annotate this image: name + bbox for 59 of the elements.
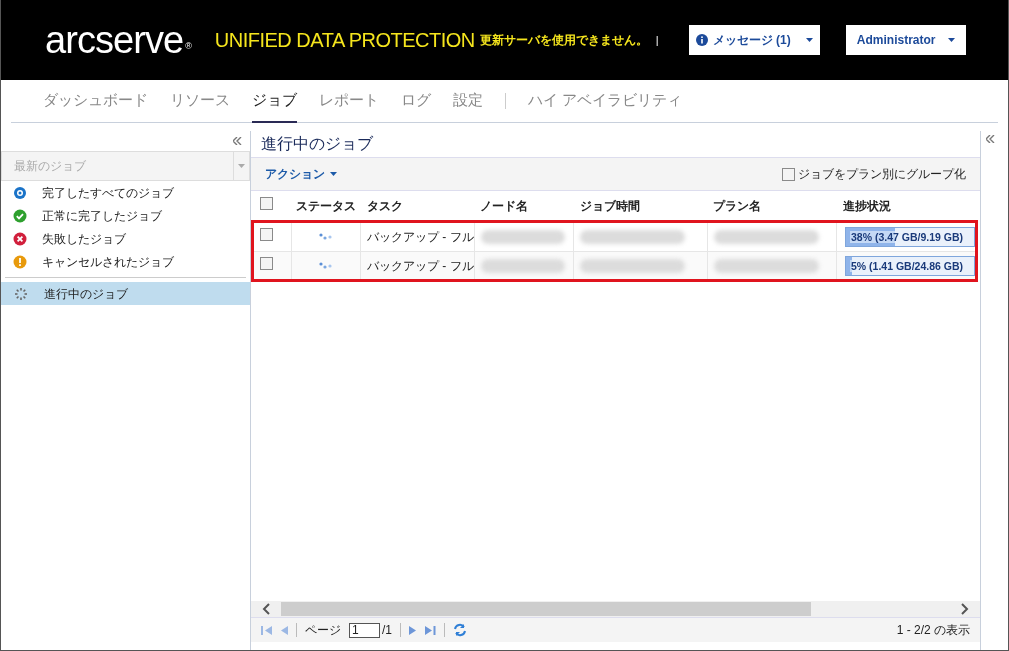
update-notice: 更新サーバを使用できません。 xyxy=(479,32,648,49)
column-header: 進捗状況 xyxy=(842,197,891,215)
table-cell-text: バックアップ - フル xyxy=(366,257,474,275)
nav-tab[interactable]: ジョブ xyxy=(252,79,297,123)
product-name: UNIFIED DATA PROTECTION xyxy=(214,28,475,53)
progress-text: 38% (3.47 GB/9.19 GB) xyxy=(850,231,965,243)
next-page-icon[interactable] xyxy=(409,624,417,636)
table-cell-text: バックアップ - フル xyxy=(366,229,474,246)
last-page-icon[interactable] xyxy=(425,624,436,636)
record-count: 1 - 2/2 の表示 xyxy=(896,622,970,639)
progress-text: 5% (1.41 GB/24.86 GB) xyxy=(850,259,965,272)
row-checkbox[interactable] xyxy=(260,256,273,270)
nav-tab[interactable]: ダッシュボード xyxy=(43,79,148,123)
caret-down-icon xyxy=(805,38,813,42)
page-input[interactable]: 1 xyxy=(349,622,380,638)
scrollbar-thumb[interactable] xyxy=(281,602,811,616)
checkbox[interactable] xyxy=(782,167,795,181)
page-total: /1 xyxy=(382,622,392,639)
sidebar-item[interactable]: 正常に完了したジョブ xyxy=(1,204,250,227)
warning-icon xyxy=(13,254,27,269)
scroll-left-icon[interactable] xyxy=(262,603,270,615)
nav-tab[interactable]: ログ xyxy=(401,79,431,123)
previous-page-icon[interactable] xyxy=(280,624,288,636)
info-icon xyxy=(695,34,708,46)
panel-title: 進行中のジョブ xyxy=(260,134,374,154)
nav-tab[interactable]: 設定 xyxy=(453,79,483,123)
collapse-icon[interactable] xyxy=(233,137,242,145)
actions-menu[interactable]: アクション xyxy=(265,165,337,183)
first-page-icon[interactable] xyxy=(261,624,272,636)
nav-tab[interactable]: ハイ アベイラビリティ xyxy=(528,79,683,123)
sidebar-item[interactable]: 失敗したジョブ xyxy=(1,227,250,250)
expand-panel-icon[interactable] xyxy=(986,135,995,143)
user-menu-button[interactable]: Administrator xyxy=(845,25,966,55)
sidebar-item[interactable]: 進行中のジョブ xyxy=(1,282,250,305)
checkbox-label: ジョブをプラン別にグループ化 xyxy=(798,166,966,183)
checkbox[interactable] xyxy=(260,196,273,210)
caret-down-icon xyxy=(947,38,955,42)
sidebar-item[interactable]: キャンセルされたジョブ xyxy=(1,250,250,273)
nav-tab[interactable]: リソース xyxy=(170,79,230,123)
column-header: タスク xyxy=(366,197,404,215)
page-label: ページ xyxy=(305,622,341,639)
row-checkbox[interactable] xyxy=(260,228,273,241)
scroll-right-icon[interactable] xyxy=(961,603,969,615)
refresh-icon[interactable] xyxy=(453,623,467,637)
column-header: ステータス xyxy=(295,197,357,215)
progress-dots-icon xyxy=(319,261,333,270)
column-header: ジョブ時間 xyxy=(579,197,641,215)
progress-dots-icon xyxy=(319,233,333,241)
sidebar-item[interactable]: 完了したすべてのジョブ xyxy=(1,181,250,204)
nav-tab[interactable]: レポート xyxy=(319,79,379,123)
check-icon xyxy=(13,208,27,223)
column-header: ノード名 xyxy=(479,197,529,215)
caret-down-icon xyxy=(238,164,245,168)
separator: | xyxy=(655,32,659,48)
spinner-icon xyxy=(13,285,29,302)
caret-down-icon xyxy=(330,172,337,176)
messages-button[interactable]: メッセージ (1) xyxy=(688,25,820,55)
error-icon xyxy=(13,231,27,246)
column-header: プラン名 xyxy=(712,197,762,215)
